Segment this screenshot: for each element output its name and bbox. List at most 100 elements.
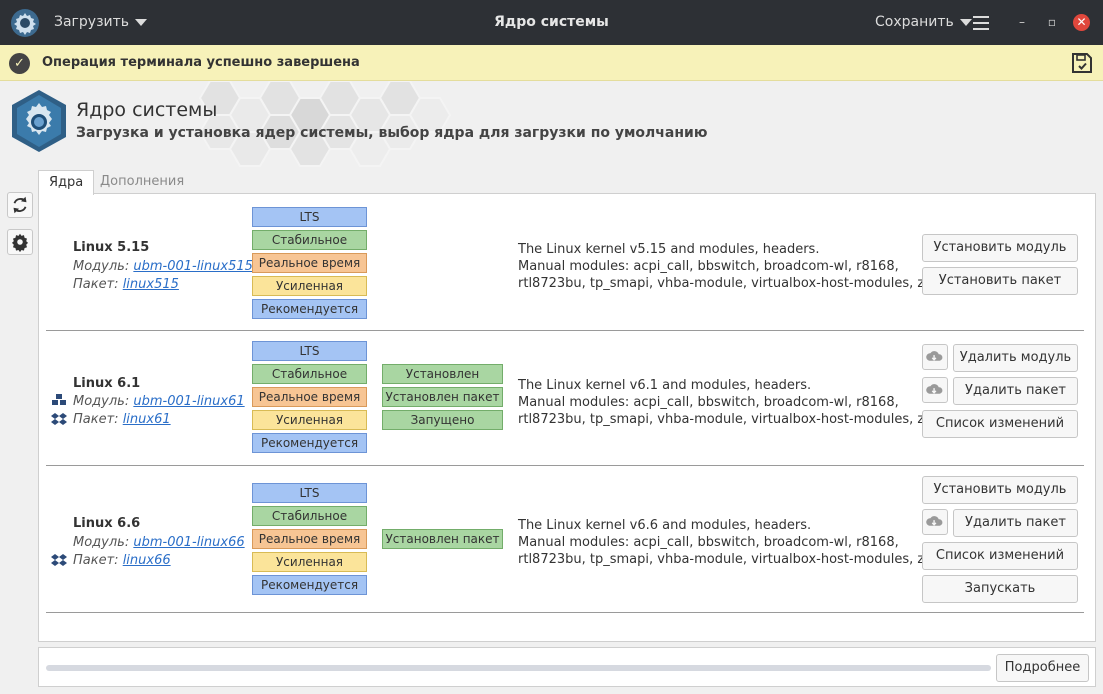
description-line: Manual modules: acpi_call, bbswitch, bro… (518, 259, 899, 274)
gear-icon (11, 233, 29, 253)
badge-hardened: Усиленная защита (252, 410, 367, 445)
progress-bar (46, 665, 991, 671)
app-gear-icon[interactable] (10, 8, 40, 38)
dropbox-icon (51, 554, 67, 566)
description-line: The Linux kernel v6.1 and modules, heade… (518, 378, 812, 393)
remove-package-button[interactable]: Удалить пакет (953, 509, 1078, 537)
module-label: Модуль: (73, 535, 130, 550)
badge-hardened: Усиленная защита (252, 276, 367, 311)
status-package-installed: Установлен пакет (382, 529, 503, 549)
kernel-module-line: Модуль: ubm-001-linux66 (73, 535, 245, 550)
kernel-name: Linux 6.1 (73, 376, 141, 391)
package-link[interactable]: linux61 (123, 412, 171, 427)
footer-bar: Подробнее (38, 647, 1096, 687)
badge-recommended: Рекомендуется (252, 299, 367, 319)
settings-button[interactable] (7, 229, 33, 255)
kernel-name: Linux 6.6 (73, 516, 141, 531)
kernel-description: The Linux kernel v5.15 and modules, head… (518, 241, 936, 292)
save-check-icon[interactable] (1070, 51, 1094, 75)
description-line: Manual modules: acpi_call, bbswitch, bro… (518, 535, 899, 550)
badge-realtime: Реальное время (252, 529, 367, 549)
cloud-download-button[interactable] (922, 509, 948, 535)
badge-lts: LTS (252, 483, 367, 503)
close-button[interactable]: ✕ (1073, 14, 1090, 31)
cloud-download-button[interactable] (922, 377, 948, 403)
description-line: rtl8723bu, tp_smapi, vhba-module, virtua… (518, 412, 936, 427)
module-link[interactable]: ubm-001-linux66 (133, 535, 244, 550)
status-running: Запущено (382, 410, 503, 430)
module-link[interactable]: ubm-001-linux61 (133, 394, 244, 409)
save-menu-label: Сохранить (875, 14, 954, 30)
cloud-download-icon (926, 351, 943, 361)
kernel-module-line: Модуль: ubm-001-linux515 (73, 259, 253, 274)
remove-package-button[interactable]: Удалить пакет (953, 377, 1078, 405)
hexagon-background (198, 81, 452, 167)
refresh-button[interactable] (7, 192, 33, 218)
chevron-down-icon (135, 18, 148, 26)
minimize-button[interactable]: – (1013, 13, 1031, 31)
module-label: Модуль: (73, 394, 130, 409)
badge-realtime: Реальное время (252, 387, 367, 407)
install-module-button[interactable]: Установить модуль (922, 234, 1078, 262)
status-module-installed: Установлен модуль (382, 364, 503, 399)
badge-stable: Стабильное (252, 506, 367, 526)
kernel-package-line: Пакет: linux61 (73, 412, 171, 427)
description-line: The Linux kernel v6.6 and modules, heade… (518, 518, 812, 533)
changelog-button[interactable]: Список изменений (922, 542, 1078, 570)
badge-recommended: Рекомендуется (252, 575, 367, 595)
check-icon: ✓ (9, 53, 30, 74)
install-package-button[interactable]: Установить пакет (922, 267, 1078, 295)
load-menu[interactable]: Загрузить (54, 14, 148, 30)
badge-realtime: Реальное время (252, 253, 367, 273)
kernel-package-line: Пакет: linux515 (73, 277, 179, 292)
details-button[interactable]: Подробнее (996, 654, 1089, 682)
hamburger-menu-icon[interactable] (973, 16, 989, 30)
save-menu[interactable]: Сохранить (875, 14, 972, 30)
page-subtitle: Загрузка и установка ядер системы, выбор… (76, 125, 708, 141)
kernel-row-5-15: Linux 5.15 Модуль: ubm-001-linux515 Паке… (46, 194, 1084, 331)
chevron-down-icon (959, 18, 972, 26)
changelog-button[interactable]: Список изменений (922, 410, 1078, 438)
kernel-description: The Linux kernel v6.1 and modules, heade… (518, 377, 936, 428)
kernel-name: Linux 5.15 (73, 240, 150, 255)
badge-lts: LTS (252, 341, 367, 361)
module-link[interactable]: ubm-001-linux515 (133, 259, 253, 274)
kernel-row-6-6: Linux 6.6 Модуль: ubm-001-linux66 Пакет:… (46, 466, 1084, 613)
page-header: Ядро системы Загрузка и установка ядер с… (0, 81, 1103, 167)
package-label: Пакет: (73, 277, 119, 292)
badge-lts: LTS (252, 207, 367, 227)
package-link[interactable]: linux515 (123, 277, 179, 292)
cloud-download-icon (926, 516, 943, 526)
kernel-logo-icon (12, 90, 66, 152)
dropbox-icon (51, 413, 67, 425)
description-line: The Linux kernel v5.15 and modules, head… (518, 242, 820, 257)
description-line: rtl8723bu, tp_smapi, vhba-module, virtua… (518, 276, 936, 291)
package-label: Пакет: (73, 553, 119, 568)
page-title: Ядро системы (76, 99, 218, 121)
kernel-description: The Linux kernel v6.6 and modules, heade… (518, 517, 936, 568)
notification-bar: ✓ Операция терминала успешно завершена (0, 45, 1103, 81)
load-menu-label: Загрузить (54, 14, 130, 30)
package-link[interactable]: linux66 (123, 553, 171, 568)
tab-extras[interactable]: Дополнения (90, 170, 194, 194)
cubes-icon (52, 394, 66, 405)
install-module-button[interactable]: Установить модуль (922, 476, 1078, 504)
status-package-installed: Установлен пакет (382, 387, 503, 407)
boot-button[interactable]: Запускать (922, 575, 1078, 603)
kernel-row-6-1: Linux 6.1 Модуль: ubm-001-linux61 Пакет:… (46, 331, 1084, 466)
description-line: Manual modules: acpi_call, bbswitch, bro… (518, 395, 899, 410)
remove-module-button[interactable]: Удалить модуль (953, 344, 1078, 372)
badge-stable: Стабильное (252, 230, 367, 250)
kernel-package-line: Пакет: linux66 (73, 553, 171, 568)
title-bar: Загрузить Ядро системы Сохранить – ▫ ✕ (0, 0, 1103, 45)
maximize-button[interactable]: ▫ (1043, 13, 1061, 31)
refresh-icon (13, 196, 27, 214)
badge-recommended: Рекомендуется (252, 433, 367, 453)
kernel-module-line: Модуль: ubm-001-linux61 (73, 394, 245, 409)
tab-kernels[interactable]: Ядра (38, 170, 95, 195)
module-label: Модуль: (73, 259, 130, 274)
cloud-download-button[interactable] (922, 344, 948, 370)
description-line: rtl8723bu, tp_smapi, vhba-module, virtua… (518, 552, 936, 567)
kernel-list: Linux 5.15 Модуль: ubm-001-linux515 Паке… (38, 193, 1096, 642)
badge-stable: Стабильное (252, 364, 367, 384)
